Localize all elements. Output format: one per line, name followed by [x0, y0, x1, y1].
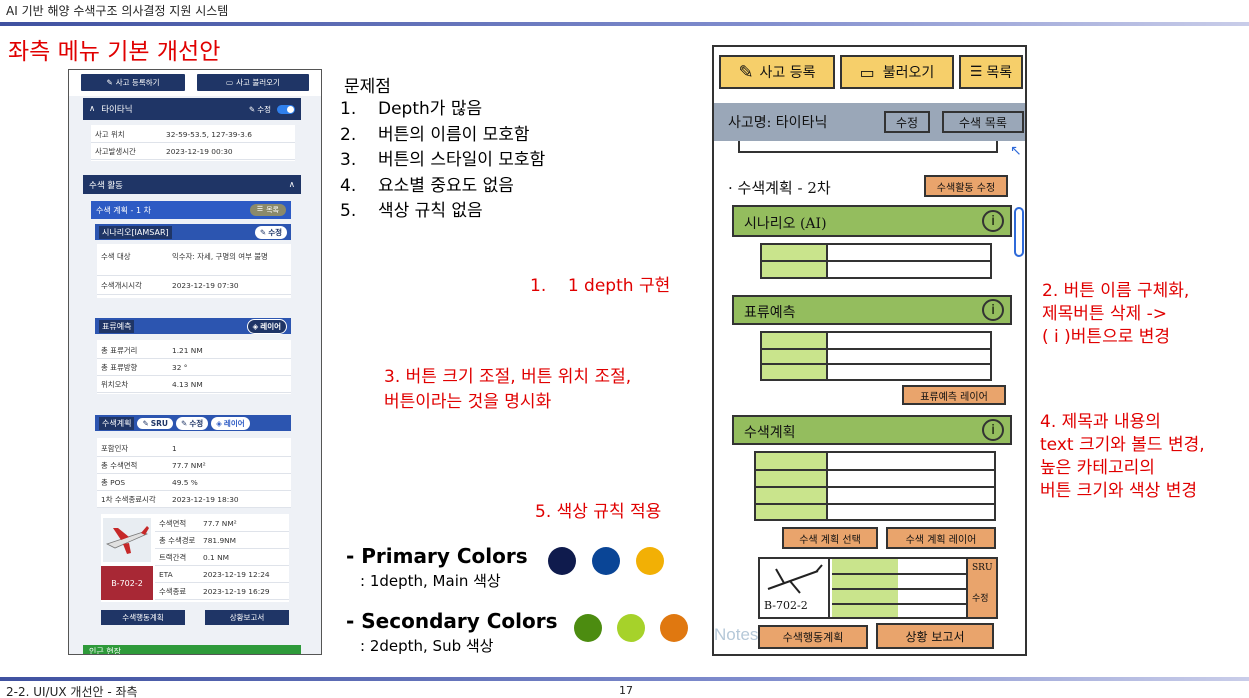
improvement-3: 3. 버튼 크기 조절, 버튼 위치 조절, 버튼이라는 것을 명시화 [384, 367, 632, 412]
search-activity-header[interactable]: 수색 활동 ∧ [83, 175, 301, 194]
arrow-icon: ↖ [1010, 143, 1022, 159]
problems-list: 1. Depth가 많음 2. 버튼의 이름이 모호함 3. 버튼의 스타일이 모호함… [340, 97, 545, 225]
asset-card: B-702-2 수색면적 77.7 NM² 총 수색경로 781.9NM 트랙간격 0… [101, 514, 289, 602]
register-incident-button[interactable]: ✎ 사고 등록하기 [81, 74, 185, 91]
sketch-info-table [738, 141, 998, 153]
sketch-action-plan-button: 수색행동계획 [758, 625, 868, 649]
sketch-drift-header: 표류예측 i [732, 295, 1012, 325]
sketch-plan-title: · 수색계획 - 2차 [728, 179, 831, 197]
scenario-edit-button[interactable]: ✎ 수정 [254, 225, 287, 239]
asset-id-badge: B-702-2 [101, 566, 153, 600]
header-divider [0, 22, 1249, 26]
layers-icon: ◈ [252, 321, 259, 331]
search-plan-1-header: 수색 계획 - 1 차 ☰ 목록 [91, 201, 291, 219]
scrollbar-sketch [1014, 207, 1024, 257]
list-item: 1. Depth가 많음 [340, 99, 483, 119]
drift-layer-button[interactable]: ◈ 레이어 [246, 318, 287, 334]
improvement-1: 1. 1 depth 구현 [530, 276, 671, 296]
layers-icon: ◈ [216, 418, 222, 428]
sketch-register-button: ✎ 사고 등록 [719, 55, 835, 89]
list-icon: ☰ [256, 205, 264, 213]
drift-card: 총 표류거리 1.21 NM 총 표류방향 32 ° 위치오차 4.13 NM [97, 340, 291, 394]
sketch-sru-button: SRU 수정 [966, 559, 996, 617]
sketch-plan-table [754, 451, 996, 521]
sketch-report-button: 상황 보고서 [876, 623, 994, 649]
improvement-5: 5. 색상 규칙 적용 [535, 502, 662, 522]
info-icon: i [982, 419, 1004, 441]
info-icon: i [982, 299, 1004, 321]
improvement-2: 2. 버튼 이름 구체화, 제목버튼 삭제 -> ( i )버튼으로 변경 [1042, 281, 1190, 347]
sketch-plan-edit-button: 수색활동 수정 [924, 175, 1008, 197]
redesign-sketch: ✎ 사고 등록 ▭ 불러오기 ☰ 목록 사고명: 타이타닉 수정 수색 목록 ↖ · … [712, 45, 1027, 656]
situation-report-button[interactable]: 상황보고서 [205, 610, 289, 625]
edit-icon: ✎ [738, 61, 754, 83]
aircraft-image [103, 518, 151, 562]
chevron-up-icon: ∧ [89, 104, 96, 114]
plan-card: 포함인자 1 총 수색면적 77.7 NM² 총 POS 49.5 % 1차 수색종료… [97, 438, 291, 508]
plan-edit-button[interactable]: ✎ 수정 [176, 416, 209, 430]
sketch-scenario-header: 시나리오 (AI) i [732, 205, 1012, 237]
primary-color-swatch [592, 547, 620, 575]
sketch-asset-card: B-702-2 SRU 수정 [758, 557, 998, 619]
plan-layer-button[interactable]: ◈ 레이어 [211, 416, 250, 430]
list-item: 2. 버튼의 이름이 모호함 [340, 124, 530, 145]
pencil-icon: ✎ [259, 227, 267, 237]
plan-header: 수색계획 ✎ SRU ✎ 수정 ◈ 레이어 [95, 415, 291, 431]
current-sidebar-screenshot: ✎ 사고 등록하기 ▭ 사고 불러오기 ∧ 타이타닉 ✎ 수정 사고 위치 32-… [68, 69, 322, 655]
scenario-header: 시나리오[IAMSAR] ✎ 수정 [95, 224, 291, 240]
footer-divider [0, 677, 1249, 681]
sketch-plan-header: 수색계획 i [732, 415, 1012, 445]
info-icon: i [982, 210, 1004, 232]
secondary-color-swatch [660, 614, 688, 642]
pencil-icon: ✎ [142, 418, 149, 428]
sketch-list-button: ☰ 목록 [959, 55, 1023, 89]
folder-icon: ▭ [226, 78, 234, 87]
document-title: AI 기반 해양 수색구조 의사결정 지원 시스템 [6, 4, 229, 18]
primary-colors-sub: : 1depth, Main 색상 [360, 572, 501, 590]
secondary-colors-label: - Secondary Colors [346, 609, 558, 633]
list-icon: ☰ [969, 64, 983, 80]
edit-icon: ✎ [106, 78, 113, 87]
sru-button[interactable]: ✎ SRU [137, 417, 174, 429]
notes-watermark: Notes [714, 625, 759, 644]
sketch-drift-layer-button: 표류예측 레이어 [902, 385, 1006, 405]
nearby-section-header[interactable]: 인근 현장 [83, 645, 301, 654]
sketch-plan-layer-button: 수색 계획 레이어 [886, 527, 996, 549]
primary-color-swatch [548, 547, 576, 575]
chevron-up-icon: ∧ [288, 179, 295, 190]
sketch-scenario-table [760, 243, 992, 279]
drift-header: 표류예측 ◈ 레이어 [95, 318, 291, 334]
sketch-plan-select-button: 수색 계획 선택 [782, 527, 878, 549]
list-button[interactable]: ☰ 목록 [249, 204, 286, 216]
incident-header[interactable]: ∧ 타이타닉 ✎ 수정 [83, 98, 301, 120]
scenario-card: 수색 대상 익수자: 자세, 구명의 여부 불명 수색개시시각 2023-12-19… [97, 244, 291, 298]
incident-toggle[interactable] [277, 104, 295, 114]
sketch-load-button: ▭ 불러오기 [840, 55, 954, 89]
list-item: 5. 색상 규칙 없음 [340, 201, 483, 221]
incident-info-card: 사고 위치 32-59-53.5, 127-39-3.6 사고발생시간 2023-1… [91, 125, 295, 161]
pencil-icon: ✎ [248, 104, 256, 114]
aircraft-icon: B-702-2 [760, 559, 830, 617]
action-plan-button[interactable]: 수색행동계획 [101, 610, 185, 625]
slide-title: 좌측 메뉴 기본 개선안 [8, 39, 221, 65]
secondary-color-swatch [574, 614, 602, 642]
page-number: 17 [619, 684, 633, 697]
secondary-colors-sub: : 2depth, Sub 색상 [360, 637, 494, 655]
load-incident-button[interactable]: ▭ 사고 불러오기 [197, 74, 309, 91]
problems-title: 문제점 [344, 77, 391, 97]
footer-section: 2-2. UI/UX 개선안 - 좌측 [6, 685, 138, 698]
primary-color-swatch [636, 547, 664, 575]
list-item: 4. 요소별 중요도 없음 [340, 175, 514, 196]
list-item: 3. 버튼의 스타일이 모호함 [340, 150, 546, 170]
secondary-color-swatch [617, 614, 645, 642]
folder-icon: ▭ [859, 62, 875, 82]
top-button-bar: ✎ 사고 등록하기 ▭ 사고 불러오기 [69, 70, 321, 96]
pencil-icon: ✎ [181, 418, 188, 428]
improvement-4: 4. 제목과 내용의 text 크기와 볼드 변경, 높은 카테고리의 버튼 크… [1040, 412, 1205, 501]
sketch-drift-table [760, 331, 992, 381]
sketch-incident-bar: 사고명: 타이타닉 수정 수색 목록 [714, 103, 1025, 141]
primary-colors-label: - Primary Colors [346, 544, 528, 568]
